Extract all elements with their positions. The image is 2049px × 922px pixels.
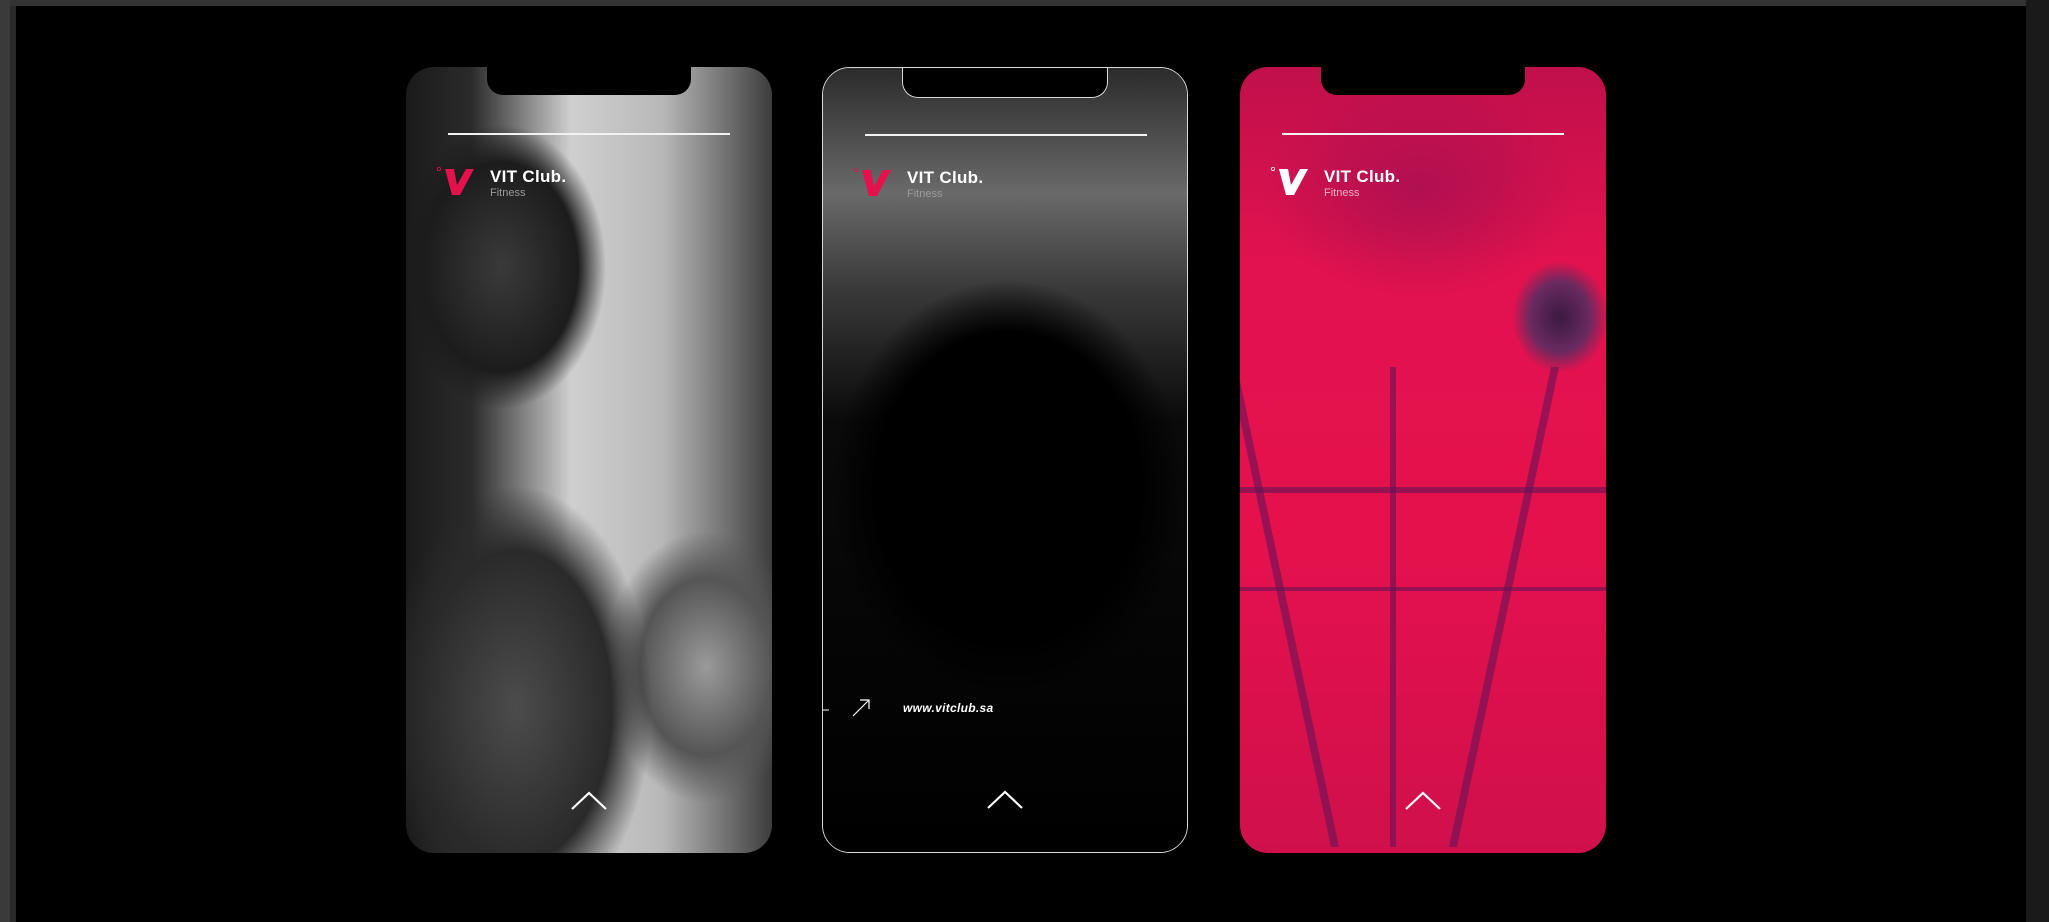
brand-header: VIT Club. Fitness <box>1270 165 1400 200</box>
chevron-up-icon[interactable] <box>986 788 1024 810</box>
website-url[interactable]: www.vitclub.sa <box>903 701 993 715</box>
arrow-up-right-icon <box>823 699 870 717</box>
phone-notch <box>902 68 1108 98</box>
phone-screen-2: VIT Club. Fitness www.vitclub.sa <box>822 67 1188 853</box>
phone-notch <box>487 67 691 95</box>
brand-header: VIT Club. Fitness <box>436 165 566 200</box>
phone-screen-1: VIT Club. Fitness <box>406 67 772 853</box>
website-link[interactable]: www.vitclub.sa <box>823 696 993 720</box>
top-divider <box>448 133 730 135</box>
chevron-up-icon[interactable] <box>570 789 608 811</box>
vit-logo-icon <box>853 166 893 200</box>
phone-screen-3: VIT Club. Fitness <box>1240 67 1606 853</box>
window-left-edge <box>0 0 10 922</box>
brand-tagline: Fitness <box>490 187 526 199</box>
brand-tagline: Fitness <box>907 188 943 200</box>
top-divider <box>1282 133 1564 135</box>
top-divider <box>865 134 1147 136</box>
brand-tagline: Fitness <box>1324 187 1360 199</box>
vit-logo-icon <box>1270 165 1310 199</box>
brand-name: VIT Club. <box>907 168 984 187</box>
chevron-up-icon[interactable] <box>1404 789 1442 811</box>
brand-name: VIT Club. <box>490 167 567 186</box>
window-right-edge <box>2026 0 2049 922</box>
brand-name: VIT Club. <box>1324 167 1401 186</box>
brand-header: VIT Club. Fitness <box>853 166 983 201</box>
phone-notch <box>1321 67 1525 95</box>
vit-logo-icon <box>436 165 476 199</box>
